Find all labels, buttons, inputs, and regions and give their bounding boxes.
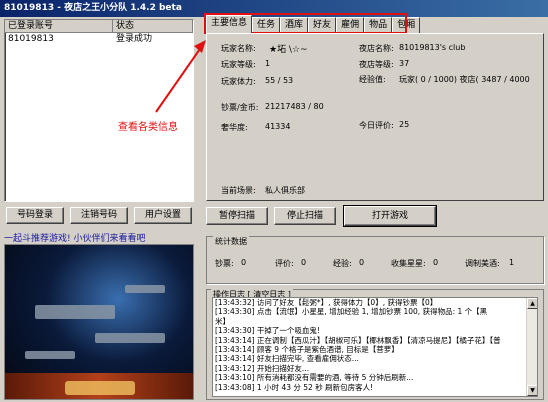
user-settings-button[interactable]: 用户设置 — [134, 207, 192, 224]
club-name-value: 81019813's club — [399, 43, 466, 52]
stat-stars-label: 收集星星: — [391, 259, 426, 268]
log-textbox[interactable]: [13:43:32] 访问了好友【鬆粥*】, 获得体力【0】, 获得钞票【0】 … — [212, 297, 538, 397]
rating-value: 25 — [399, 120, 410, 129]
club-name-label: 夜店名称: — [359, 44, 394, 53]
stop-scan-button[interactable]: 停止扫描 — [274, 207, 336, 225]
stat-wine-value: 1 — [509, 258, 515, 267]
luxury-value: 41334 — [265, 122, 291, 131]
scene-value: 私人俱乐部 — [265, 186, 305, 195]
annotation-text: 查看各类信息 — [118, 122, 178, 133]
log-line: 米】 — [215, 316, 230, 326]
stat-exp-label: 经验: — [333, 259, 352, 268]
scroll-up-icon[interactable]: ▲ — [527, 298, 537, 309]
luxury-label: 奢华度: — [221, 123, 248, 132]
account-list-header: 已登录账号 状态 — [5, 20, 193, 33]
log-line: [13:43:14] 正在调制【西瓜汁】【胡椒可乐】【椰林飘香】【清凉马提尼】【… — [215, 335, 501, 345]
log-group: 操作日志 [ 清空日志 ] [13:43:32] 访问了好友【鬆粥*】, 获得体… — [206, 289, 544, 400]
log-line: [13:43:10] 所有消耗都没有需要的酒, 等待 5 分钟后刷新... — [215, 373, 414, 383]
pause-scan-button[interactable]: 暂停扫描 — [206, 207, 268, 225]
money-label: 钞票/金币: — [221, 103, 259, 112]
log-line: [13:43:32] 访问了好友【鬆粥*】, 获得体力【0】, 获得钞票【0】 — [215, 298, 438, 307]
stat-wine-label: 调制美酒: — [465, 259, 500, 268]
main-info-panel: 玩家名称: ★坧 \☆~ 夜店名称: 81019813's club 玩家等级:… — [206, 33, 544, 201]
stat-rating-value: 0 — [301, 258, 307, 267]
account-id: 81019813 — [8, 34, 54, 44]
ad-ship — [125, 285, 165, 293]
logout-button[interactable]: 注销号码 — [70, 207, 128, 224]
stats-group: 统计数据 钞票: 0 评价: 0 经验: 0 收集星星: 0 调制美酒: 1 — [206, 236, 544, 284]
stat-money-label: 钞票: — [215, 259, 234, 268]
ad-ship — [95, 333, 165, 343]
log-line: [13:43:12] 开始扫描好友... — [215, 363, 310, 373]
stat-rating-label: 评价: — [275, 259, 294, 268]
log-line: [13:43:30] 点击【流氓】小星星, 增加经验 1, 增加钞票 100, … — [215, 307, 488, 317]
rating-label: 今日评价: — [359, 121, 394, 130]
player-level-label: 玩家等级: — [221, 60, 256, 69]
log-line: [13:43:30] 干掉了一个吸血鬼! — [215, 326, 320, 336]
stamina-label: 玩家体力: — [221, 77, 256, 86]
exp-label: 经验值: — [359, 75, 386, 84]
log-line: [13:43:14] 顾客 9 个格子是紫色酒谱, 目标是【菩萝】 — [215, 345, 399, 355]
ad-banner-logo — [65, 381, 135, 395]
log-line: [13:43:14] 好友扫描完毕, 查看雇佣状态... — [215, 354, 359, 364]
col-status[interactable]: 状态 — [113, 20, 193, 32]
club-level-value: 37 — [399, 59, 410, 68]
ad-image[interactable] — [4, 244, 194, 400]
ad-banner — [5, 373, 193, 399]
log-scrollbar[interactable]: ▲ ▼ — [526, 298, 537, 396]
stats-title: 统计数据 — [213, 236, 249, 247]
stat-exp-value: 0 — [359, 258, 365, 267]
club-level-label: 夜店等级: — [359, 60, 394, 69]
scene-label: 当前场景: — [221, 186, 256, 195]
open-game-button[interactable]: 打开游戏 — [343, 205, 437, 227]
log-line: [13:43:08] 1 小时 43 分 52 秒 刷新包房客人! — [215, 382, 374, 392]
ad-ship — [35, 305, 115, 319]
stamina-value: 55 / 53 — [265, 76, 294, 85]
player-name-value: ★坧 \☆~ — [269, 45, 308, 55]
scroll-down-icon[interactable]: ▼ — [527, 385, 537, 396]
money-value: 21217483 / 80 — [265, 102, 324, 111]
ad-ship — [25, 351, 75, 359]
player-level-value: 1 — [265, 59, 271, 68]
stat-stars-value: 0 — [433, 258, 439, 267]
stat-money-value: 0 — [241, 258, 247, 267]
col-account[interactable]: 已登录账号 — [5, 20, 113, 32]
annotation-arrow-icon — [155, 40, 206, 113]
player-name-label: 玩家名称: — [221, 44, 256, 53]
ad-link[interactable]: 一起斗推荐游戏! 小伙伴们来看看吧 — [4, 231, 194, 244]
login-button[interactable]: 号码登录 — [6, 207, 64, 224]
tab-main-info[interactable]: 主要信息 — [206, 15, 253, 33]
exp-value: 玩家( 0 / 1000) 夜店( 3487 / 4000 — [399, 75, 530, 84]
